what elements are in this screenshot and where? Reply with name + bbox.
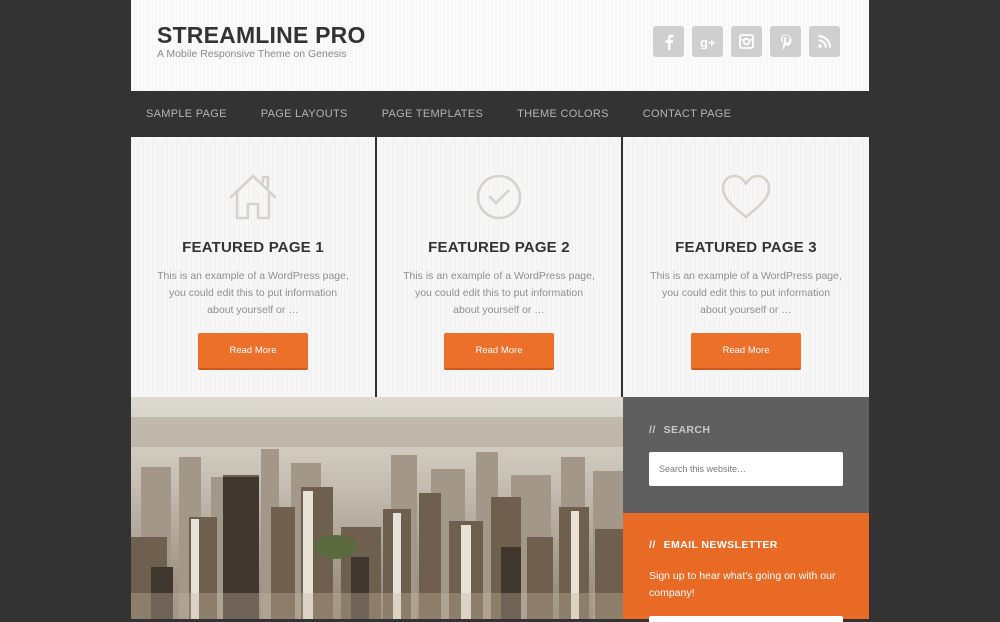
featured-pages: FEATURED PAGE 1 This is an example of a …	[131, 137, 869, 397]
title-slashes: //	[649, 424, 656, 436]
read-more-button[interactable]: Read More	[691, 333, 801, 368]
facebook-icon[interactable]	[653, 26, 684, 57]
newsletter-widget-title: // EMAIL NEWSLETTER	[649, 539, 778, 551]
pinterest-icon[interactable]	[770, 26, 801, 57]
nav-item-sample-page[interactable]: SAMPLE PAGE	[146, 108, 227, 120]
featured-excerpt: This is an example of a WordPress page, …	[650, 270, 842, 316]
nav-item-theme-colors[interactable]: THEME COLORS	[517, 108, 609, 120]
featured-title[interactable]: FEATURED PAGE 1	[131, 239, 375, 256]
featured-page-1: FEATURED PAGE 1 This is an example of a …	[131, 137, 375, 397]
google-plus-icon[interactable]: g+	[692, 26, 723, 57]
site-container: STREAMLINE PRO A Mobile Responsive Theme…	[131, 0, 869, 622]
city-skyline-image	[131, 397, 623, 619]
featured-title[interactable]: FEATURED PAGE 2	[377, 239, 621, 256]
newsletter-widget-title-text: EMAIL NEWSLETTER	[663, 539, 778, 551]
newsletter-text: Sign up to hear what's going on with our…	[649, 570, 836, 599]
heart-icon	[721, 174, 771, 219]
checkmark-circle-icon	[476, 174, 522, 220]
featured-page-3: FEATURED PAGE 3 This is an example of a …	[623, 137, 869, 397]
social-icons: g+	[653, 26, 840, 57]
title-slashes: //	[649, 539, 656, 551]
newsletter-email-input[interactable]	[649, 616, 843, 622]
search-widget-title-text: SEARCH	[663, 424, 711, 436]
rss-icon[interactable]	[809, 26, 840, 57]
site-title[interactable]: STREAMLINE PRO	[157, 22, 366, 49]
search-widget-title: // SEARCH	[649, 424, 710, 436]
home-icon	[229, 174, 277, 220]
site-header: STREAMLINE PRO A Mobile Responsive Theme…	[131, 0, 869, 91]
nav-item-page-layouts[interactable]: PAGE LAYOUTS	[261, 108, 348, 120]
site-description: A Mobile Responsive Theme on Genesis	[157, 48, 347, 60]
search-input[interactable]	[649, 452, 843, 486]
nav-item-contact-page[interactable]: CONTACT PAGE	[643, 108, 732, 120]
read-more-button[interactable]: Read More	[198, 333, 308, 368]
email-newsletter-widget: // EMAIL NEWSLETTER Sign up to hear what'…	[623, 513, 869, 622]
nav-item-page-templates[interactable]: PAGE TEMPLATES	[382, 108, 483, 120]
search-widget: // SEARCH	[623, 397, 869, 513]
featured-excerpt: This is an example of a WordPress page, …	[403, 270, 595, 316]
featured-excerpt: This is an example of a WordPress page, …	[157, 270, 349, 316]
read-more-button[interactable]: Read More	[444, 333, 554, 368]
featured-title[interactable]: FEATURED PAGE 3	[623, 239, 869, 256]
svg-text:g+: g+	[700, 35, 716, 49]
primary-nav: SAMPLE PAGE PAGE LAYOUTS PAGE TEMPLATES …	[131, 91, 869, 137]
instagram-icon[interactable]	[731, 26, 762, 57]
featured-page-2: FEATURED PAGE 2 This is an example of a …	[377, 137, 621, 397]
